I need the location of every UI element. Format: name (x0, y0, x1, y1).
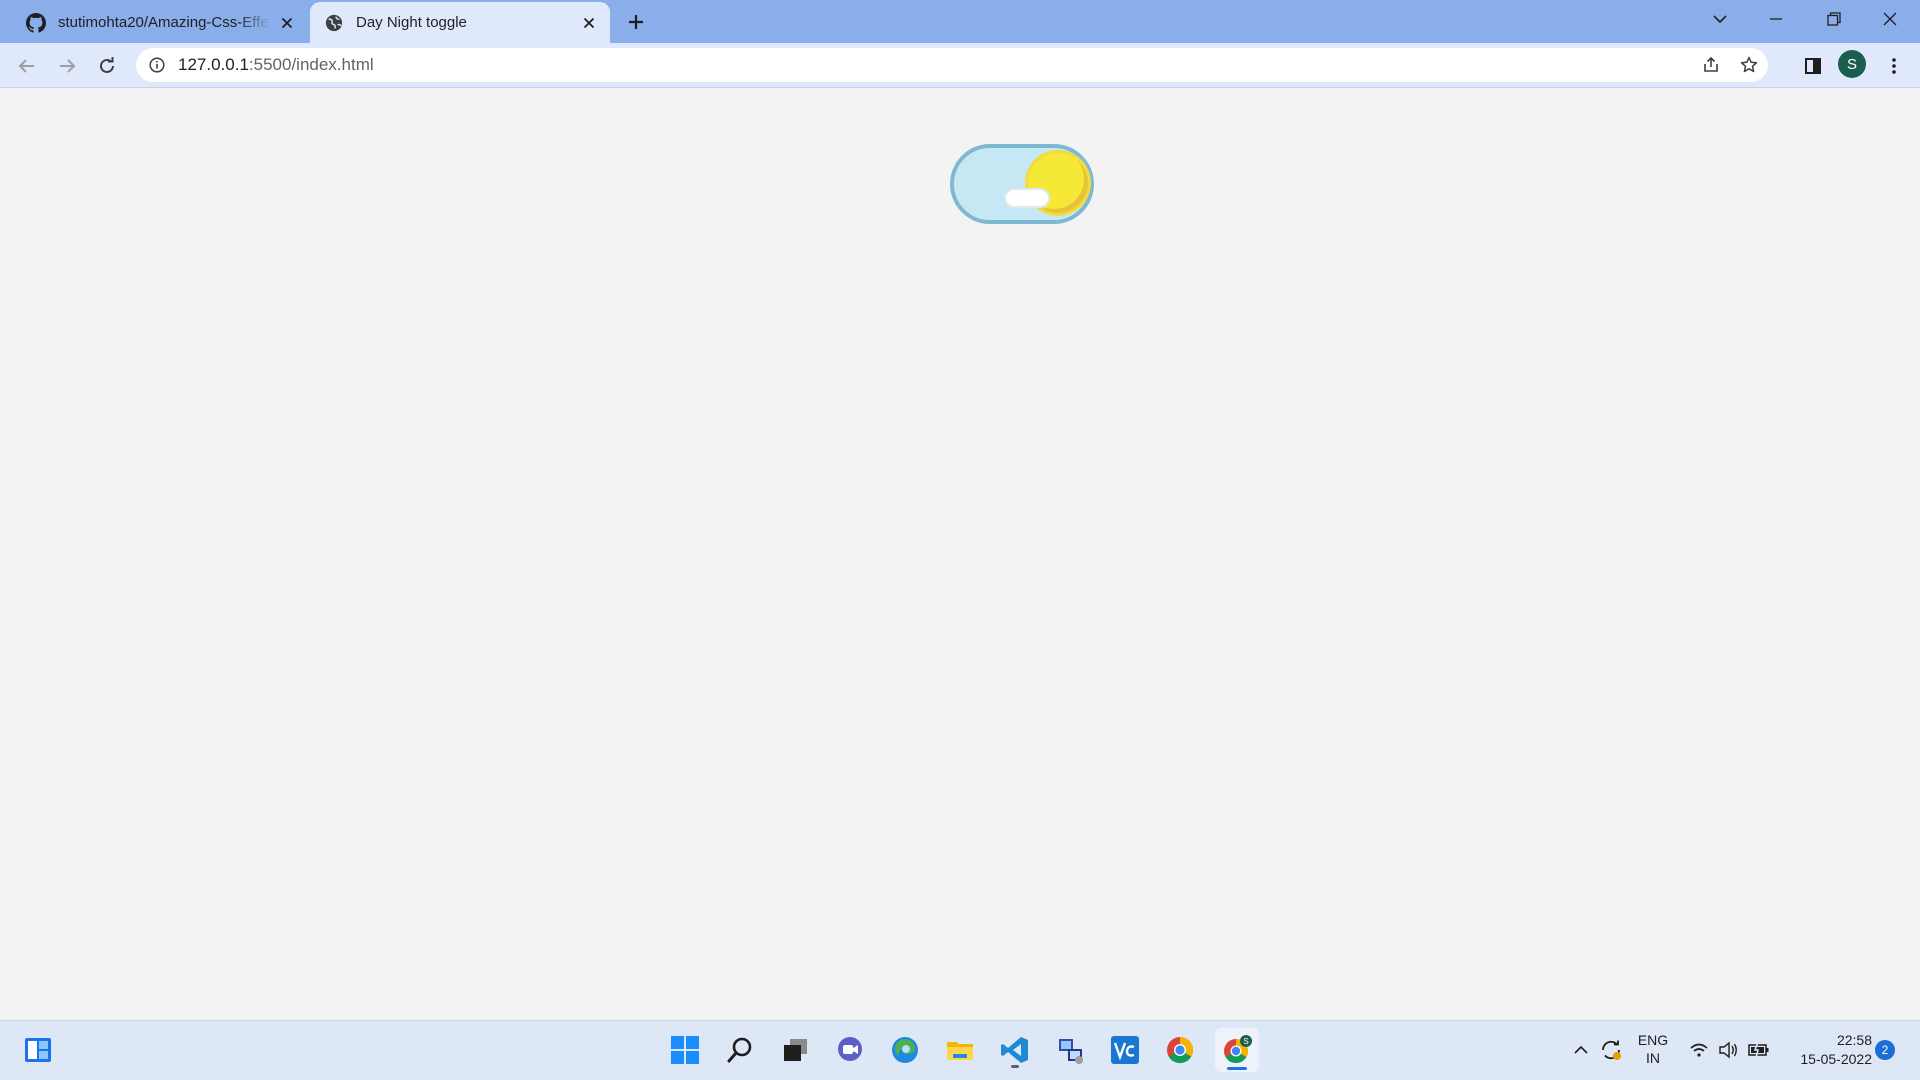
chevron-down-icon (1713, 15, 1727, 24)
vscode-icon (1001, 1037, 1028, 1063)
address-bar[interactable]: 127.0.0.1:5500/index.html (136, 48, 1768, 82)
profile-avatar[interactable]: S (1838, 50, 1866, 78)
chat-icon (838, 1037, 862, 1061)
wifi-icon[interactable] (1688, 1030, 1710, 1070)
restore-button[interactable] (1806, 0, 1862, 38)
file-explorer-button[interactable] (940, 1030, 980, 1070)
tab-strip: stutimohta20/Amazing-Css-Effects Day Nig… (0, 0, 1920, 43)
side-panel-button[interactable] (1798, 51, 1828, 81)
clock-date: 15-05-2022 (1800, 1051, 1872, 1067)
back-button[interactable] (12, 51, 42, 81)
edge-button[interactable] (885, 1030, 925, 1070)
chrome-profile-button[interactable]: S (1215, 1028, 1259, 1072)
tab-title: stutimohta20/Amazing-Css-Effects (58, 14, 270, 31)
search-icon (727, 1037, 752, 1063)
tab-title: Day Night toggle (356, 14, 467, 31)
vscode-button[interactable] (995, 1030, 1035, 1070)
menu-button[interactable] (1879, 51, 1909, 81)
reload-button[interactable] (92, 51, 122, 81)
sync-button[interactable] (1596, 1030, 1626, 1070)
vb-app-button[interactable] (1105, 1030, 1145, 1070)
arrow-right-icon (60, 59, 76, 73)
clock[interactable]: 22:58 15-05-2022 (1782, 1031, 1872, 1069)
close-window-button[interactable] (1862, 0, 1918, 38)
notification-badge[interactable]: 2 (1875, 1040, 1895, 1060)
cloud-icon (1006, 190, 1048, 206)
clock-time: 22:58 (1836, 1032, 1872, 1048)
minimize-button[interactable] (1748, 0, 1804, 38)
forward-button[interactable] (52, 51, 82, 81)
task-view-icon (784, 1039, 807, 1061)
language-code: ENG (1637, 1032, 1669, 1048)
side-panel-icon (1805, 58, 1821, 74)
day-night-toggle[interactable] (950, 144, 1094, 224)
page-content (0, 88, 1920, 1020)
close-icon[interactable] (276, 12, 298, 34)
network-app-icon (1059, 1039, 1083, 1064)
chrome-profile-icon: S (1224, 1035, 1252, 1064)
share-icon[interactable] (1696, 50, 1726, 80)
more-vertical-icon (1892, 58, 1896, 74)
battery-icon[interactable] (1746, 1030, 1772, 1070)
restore-icon (1827, 12, 1841, 26)
running-indicator (1011, 1065, 1019, 1068)
plus-icon (629, 15, 643, 29)
github-icon (26, 12, 46, 33)
tray-overflow-button[interactable] (1570, 1030, 1592, 1070)
url-host: 127.0.0.1 (178, 55, 249, 74)
arrow-left-icon (18, 59, 34, 73)
widgets-button[interactable] (18, 1030, 58, 1070)
info-icon[interactable] (142, 50, 172, 80)
browser-toolbar: 127.0.0.1:5500/index.html (0, 43, 1920, 88)
vb-app-icon (1111, 1036, 1139, 1064)
bookmark-star-icon[interactable] (1734, 50, 1764, 80)
start-button[interactable] (665, 1030, 705, 1070)
chevron-up-icon (1574, 1045, 1588, 1054)
new-tab-button[interactable] (622, 8, 650, 36)
chrome-button[interactable] (1160, 1030, 1200, 1070)
chrome-icon (1167, 1036, 1194, 1064)
url-path: :5500/index.html (248, 55, 374, 74)
chat-button[interactable] (830, 1030, 870, 1070)
task-view-button[interactable] (775, 1030, 815, 1070)
widgets-icon (25, 1038, 51, 1062)
volume-icon[interactable] (1716, 1030, 1740, 1070)
svg-text:S: S (1243, 1037, 1248, 1046)
edge-icon (892, 1037, 918, 1063)
tab-day-night-toggle[interactable]: Day Night toggle (310, 2, 610, 43)
reload-icon (100, 57, 114, 73)
file-explorer-icon (947, 1042, 973, 1060)
search-button[interactable] (720, 1030, 760, 1070)
minimize-icon (1770, 18, 1782, 20)
start-icon (671, 1036, 699, 1064)
network-app-button[interactable] (1050, 1030, 1090, 1070)
tab-github[interactable]: stutimohta20/Amazing-Css-Effects (12, 2, 308, 43)
globe-icon (324, 13, 344, 33)
url-text[interactable]: 127.0.0.1:5500/index.html (178, 48, 374, 82)
close-icon[interactable] (578, 12, 600, 34)
region-code: IN (1646, 1050, 1660, 1066)
active-indicator (1227, 1067, 1247, 1070)
tab-search-button[interactable] (1692, 0, 1748, 38)
sync-icon (1602, 1040, 1621, 1060)
language-indicator[interactable]: ENG IN (1630, 1031, 1676, 1067)
close-icon (1883, 12, 1897, 26)
